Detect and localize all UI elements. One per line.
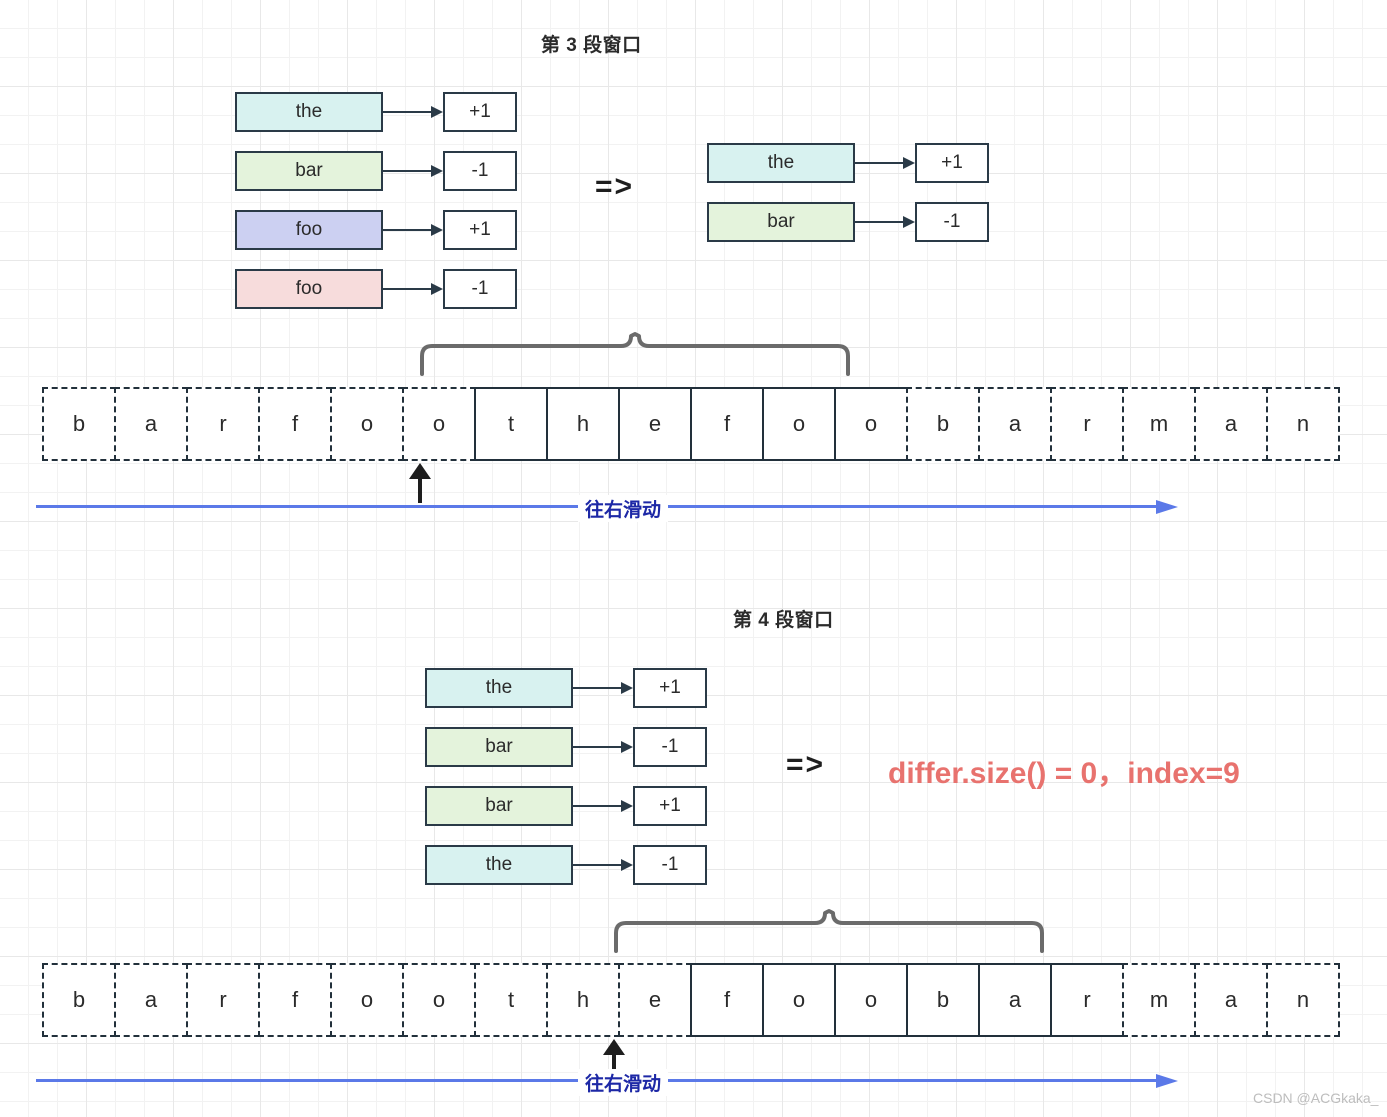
strip-cell: n (1266, 387, 1340, 461)
strip-cell: f (690, 963, 764, 1037)
strip-cell: e (618, 963, 692, 1037)
strip-cell: t (474, 387, 548, 461)
strip-cell: h (546, 963, 620, 1037)
arrow-right-icon (573, 741, 633, 753)
section-1-index-pointer (409, 463, 431, 503)
word-box: bar (707, 202, 855, 242)
section-2-slide-label: 往右滑动 (578, 1069, 669, 1096)
section-1-window-brace (418, 330, 852, 378)
strip-cell: m (1122, 387, 1196, 461)
strip-cell: r (186, 387, 260, 461)
strip-cell: r (1050, 387, 1124, 461)
section-1-slide-label: 往右滑动 (578, 495, 669, 522)
strip-cell: r (1050, 963, 1124, 1037)
count-box: +1 (633, 786, 707, 826)
section-2-character-strip: barfoothefoobarman (42, 963, 1340, 1037)
strip-cell: a (978, 387, 1052, 461)
strip-cell: b (42, 963, 116, 1037)
count-box: -1 (633, 727, 707, 767)
arrow-right-icon (383, 283, 443, 295)
strip-cell: a (978, 963, 1052, 1037)
arrow-right-icon (573, 800, 633, 812)
strip-cell: a (114, 963, 188, 1037)
count-box: +1 (915, 143, 989, 183)
arrow-right-icon (383, 106, 443, 118)
word-box: the (235, 92, 383, 132)
count-box: +1 (633, 668, 707, 708)
section-1-character-strip: barfoothefoobarman (42, 387, 1340, 461)
strip-cell: f (690, 387, 764, 461)
strip-cell: b (906, 963, 980, 1037)
strip-cell: n (1266, 963, 1340, 1037)
strip-cell: o (402, 387, 476, 461)
strip-cell: b (906, 387, 980, 461)
strip-cell: o (330, 387, 404, 461)
word-box: the (425, 668, 573, 708)
section-2-window-brace (612, 907, 1046, 955)
word-box: bar (235, 151, 383, 191)
strip-cell: t (474, 963, 548, 1037)
strip-cell: b (42, 387, 116, 461)
word-box: the (425, 845, 573, 885)
strip-cell: a (114, 387, 188, 461)
section-1-title: 第 3 段窗口 (541, 35, 642, 56)
arrow-right-icon (855, 216, 915, 228)
strip-cell: o (402, 963, 476, 1037)
arrow-right-icon (855, 157, 915, 169)
count-box: -1 (633, 845, 707, 885)
strip-cell: r (186, 963, 260, 1037)
strip-cell: a (1194, 963, 1268, 1037)
count-box: +1 (443, 210, 517, 250)
word-box: bar (425, 727, 573, 767)
word-box: the (707, 143, 855, 183)
word-box: bar (425, 786, 573, 826)
word-box: foo (235, 269, 383, 309)
strip-cell: o (834, 963, 908, 1037)
strip-cell: e (618, 387, 692, 461)
section-2-implies-glyph: => (786, 748, 826, 781)
strip-cell: f (258, 963, 332, 1037)
strip-cell: o (834, 387, 908, 461)
word-box: foo (235, 210, 383, 250)
count-box: -1 (443, 269, 517, 309)
watermark: CSDN @ACGkaka_ (1253, 1090, 1379, 1106)
arrow-right-icon (383, 165, 443, 177)
strip-cell: a (1194, 387, 1268, 461)
strip-cell: h (546, 387, 620, 461)
arrow-right-icon (573, 682, 633, 694)
strip-cell: o (762, 963, 836, 1037)
section-2-result-text: differ.size() = 0，index=9 (888, 757, 1240, 790)
arrow-right-icon (383, 224, 443, 236)
count-box: -1 (915, 202, 989, 242)
count-box: -1 (443, 151, 517, 191)
count-box: +1 (443, 92, 517, 132)
strip-cell: o (330, 963, 404, 1037)
strip-cell: o (762, 387, 836, 461)
section-2-title: 第 4 段窗口 (733, 610, 834, 631)
arrow-right-icon (573, 859, 633, 871)
strip-cell: m (1122, 963, 1196, 1037)
section-1-implies-glyph: => (595, 170, 635, 203)
strip-cell: f (258, 387, 332, 461)
